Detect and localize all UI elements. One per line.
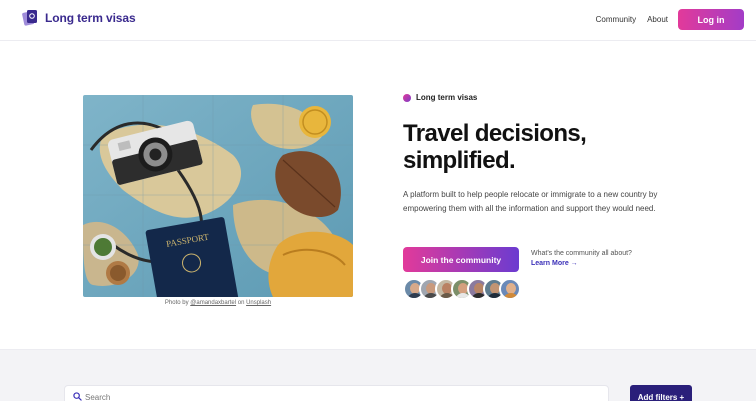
photographer-link[interactable]: @amandaxbartel xyxy=(190,300,236,306)
brand-name: Long term visas xyxy=(45,10,136,25)
nav-about-link[interactable]: About xyxy=(647,15,668,24)
travel-flatlay-illustration: PASSPORT xyxy=(83,95,353,297)
nav-menu: Community About Log in xyxy=(596,9,744,30)
login-button[interactable]: Log in xyxy=(678,9,744,30)
brand-logo[interactable]: Long term visas xyxy=(22,9,136,26)
add-filters-button[interactable]: Add filters + xyxy=(630,385,692,401)
search-box[interactable] xyxy=(64,385,609,401)
passport-stack-icon xyxy=(22,10,37,26)
hero-description: A platform built to help people relocate… xyxy=(403,190,658,213)
photo-caption: Photo by @amandaxbartel on Unsplash xyxy=(164,300,272,306)
top-navbar: Long term visas Community About Log in xyxy=(0,0,756,41)
join-community-button[interactable]: Join the community xyxy=(403,247,519,272)
search-icon xyxy=(73,392,82,401)
unsplash-link[interactable]: Unsplash xyxy=(246,300,271,306)
hero-image: PASSPORT xyxy=(83,95,353,297)
search-input[interactable] xyxy=(85,389,585,401)
nav-community-link[interactable]: Community xyxy=(596,15,636,24)
kicker-dot-icon xyxy=(403,93,411,102)
member-avatars xyxy=(403,278,521,300)
learn-more-link[interactable]: Learn More → xyxy=(531,260,578,267)
avatar xyxy=(499,278,521,300)
hero-kicker: Long term visas xyxy=(403,93,477,102)
community-question-text: What's the community all about? xyxy=(531,250,632,257)
page-title: Travel decisions, simplified. xyxy=(403,120,587,174)
kicker-label: Long term visas xyxy=(416,93,478,102)
